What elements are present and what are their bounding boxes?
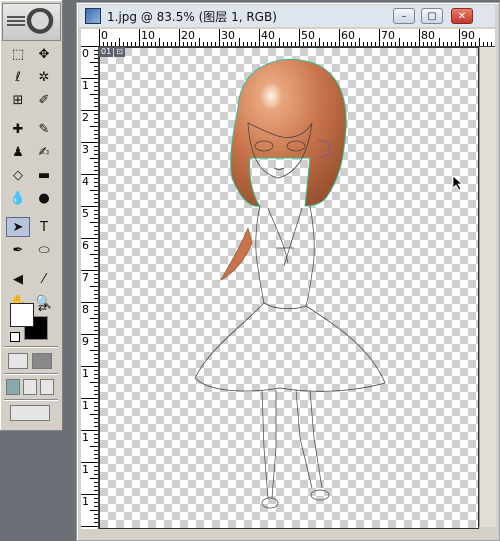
ruler-label: 1 <box>82 367 89 380</box>
healing-brush-tool[interactable]: ✚ <box>6 119 30 139</box>
ruler-label: 80 <box>421 29 435 42</box>
ruler-label: 60 <box>341 29 355 42</box>
ruler-label: 1 <box>82 431 89 444</box>
layer-indicator: 01 ⊡ <box>99 47 125 57</box>
ruler-label: 0 <box>82 47 89 60</box>
standard-mode-button[interactable] <box>8 353 28 369</box>
left-shoe <box>261 497 279 509</box>
app-logo-icon <box>25 8 55 36</box>
hands-outline <box>267 207 303 267</box>
document-window: 1.jpg @ 83.5% (图层 1, RGB) – ▢ ✕ 0 10 20 30 4… <box>76 2 500 541</box>
pen-tool[interactable]: ✒ <box>6 240 30 260</box>
image-canvas[interactable] <box>99 47 479 529</box>
minimize-button[interactable]: – <box>393 8 415 24</box>
history-brush-tool[interactable]: ✍ <box>32 142 56 162</box>
ruler-label: 20 <box>181 29 195 42</box>
torso-outline <box>255 205 315 307</box>
ponytail-shape <box>220 227 253 281</box>
layer-icon: ⊡ <box>114 47 125 57</box>
document-titlebar[interactable]: 1.jpg @ 83.5% (图层 1, RGB) – ▢ ✕ <box>79 5 495 27</box>
toolbox-panel: ⬚ ✥ ℓ ✲ ⊞ ✐ ✚ ✎ ♟ ✍ ◇ ▬ 💧 ● ➤ T ✒ ⬭ ◀ ⁄ ✋ 🔍 ⇄ <box>0 0 63 431</box>
ruler-label: 1 <box>82 495 89 508</box>
eraser-tool[interactable]: ◇ <box>6 165 30 185</box>
ruler-label: 1 <box>82 463 89 476</box>
marquee-tool[interactable]: ⬚ <box>6 44 30 64</box>
document-title: 1.jpg @ 83.5% (图层 1, RGB) <box>107 9 277 24</box>
ruler-label: 90 <box>461 29 475 42</box>
lasso-tool[interactable]: ℓ <box>6 67 30 87</box>
ruler-label: 8 <box>82 303 89 316</box>
horizontal-scrollbar[interactable] <box>81 529 495 537</box>
crop-tool[interactable]: ⊞ <box>6 90 30 110</box>
eyedropper-tool[interactable]: ⁄ <box>32 269 56 289</box>
type-tool[interactable]: T <box>32 217 56 237</box>
ruler-label: 70 <box>381 29 395 42</box>
shape-tool[interactable]: ⬭ <box>32 240 56 260</box>
brush-tool[interactable]: ✎ <box>32 119 56 139</box>
horizontal-ruler[interactable]: 0102030405060708090100 <box>99 29 495 47</box>
ruler-label: 2 <box>82 111 89 124</box>
vertical-ruler[interactable]: 0123456789111111 <box>81 46 99 529</box>
ruler-label: 1 <box>82 79 89 92</box>
screen-mode-full-button[interactable] <box>40 379 54 395</box>
notes-tool[interactable]: ◀ <box>6 269 30 289</box>
gradient-tool[interactable]: ▬ <box>32 165 56 185</box>
ruler-label: 5 <box>82 207 89 220</box>
vertical-scrollbar[interactable] <box>479 47 496 527</box>
ruler-label: 3 <box>82 143 89 156</box>
dodge-tool[interactable]: ● <box>32 188 56 208</box>
right-shoe <box>310 489 330 501</box>
ruler-label: 40 <box>261 29 275 42</box>
toolbox-divider <box>4 373 58 375</box>
maximize-button[interactable]: ▢ <box>421 8 443 24</box>
path-selection-tool[interactable]: ➤ <box>6 217 30 237</box>
ruler-label: 0 <box>101 29 108 42</box>
girl-drawing <box>194 58 386 509</box>
legs-outline <box>261 389 323 499</box>
toolbox-divider <box>4 346 58 348</box>
quick-mask-button[interactable] <box>32 353 52 369</box>
clone-stamp-tool[interactable]: ♟ <box>6 142 30 162</box>
ruler-label: 9 <box>82 335 89 348</box>
layer-number: 01 <box>99 47 114 57</box>
mouth-line <box>273 167 285 170</box>
screen-mode-standard-button[interactable] <box>6 379 20 395</box>
ruler-label: 30 <box>221 29 235 42</box>
dress-outline <box>194 302 386 392</box>
slice-tool[interactable]: ✐ <box>32 90 56 110</box>
document-icon <box>85 8 101 24</box>
mouse-cursor-icon <box>452 175 464 191</box>
ruler-origin[interactable] <box>81 29 100 47</box>
ruler-ticks <box>99 29 492 46</box>
magic-wand-tool[interactable]: ✲ <box>32 67 56 87</box>
jump-to-imageready-button[interactable] <box>10 405 50 421</box>
ruler-label: 6 <box>82 239 89 252</box>
toolbox-header[interactable] <box>2 3 61 41</box>
close-button[interactable]: ✕ <box>451 8 473 24</box>
swap-colors-icon[interactable]: ⇄ <box>38 301 47 314</box>
ruler-label: 10 <box>141 29 155 42</box>
foreground-color-swatch[interactable] <box>10 303 34 327</box>
default-colors-icon[interactable] <box>10 332 20 342</box>
move-tool[interactable]: ✥ <box>32 44 56 64</box>
blur-tool[interactable]: 💧 <box>6 188 30 208</box>
screen-mode-menubar-button[interactable] <box>23 379 37 395</box>
ruler-label: 4 <box>82 175 89 188</box>
hair-shape <box>230 58 347 207</box>
ruler-label: 1 <box>82 399 89 412</box>
toolbox-divider <box>4 399 58 401</box>
ruler-label: 50 <box>301 29 315 42</box>
grip-icon <box>7 16 25 26</box>
ruler-label: 7 <box>82 271 89 284</box>
